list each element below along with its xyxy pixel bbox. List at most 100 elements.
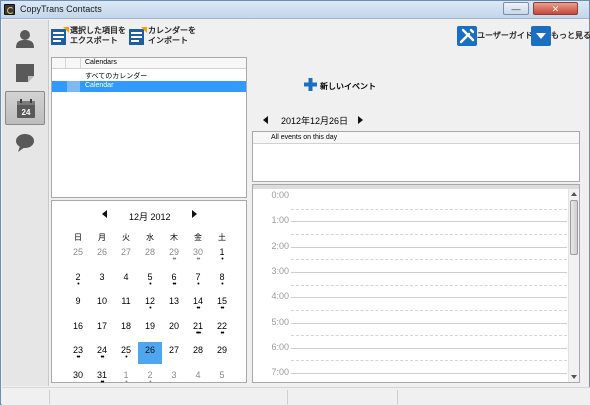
- calendar-day[interactable]: 25: [66, 244, 90, 266]
- day-number: 5: [147, 271, 153, 282]
- calendar-day[interactable]: 12 •: [138, 293, 162, 315]
- sidebar-item-calendar[interactable]: 24: [5, 91, 45, 125]
- calendar-day[interactable]: 10: [90, 293, 114, 315]
- timeline-scrollbar[interactable]: [568, 189, 579, 382]
- calendar-day[interactable]: 15 ••: [210, 293, 234, 315]
- calendar-list-row-all[interactable]: すべてのカレンダー: [52, 70, 246, 81]
- status-separator: [287, 390, 288, 404]
- previous-month-button[interactable]: [102, 210, 107, 218]
- calendar-day[interactable]: 25 •: [114, 342, 138, 364]
- hour-gridline: [291, 373, 567, 375]
- weekday-header: 水: [146, 233, 154, 242]
- scroll-down-arrow-icon[interactable]: [571, 375, 577, 379]
- user-guide-button[interactable]: ユーザーガイド: [457, 25, 533, 49]
- day-number: 3: [99, 271, 105, 282]
- next-month-button[interactable]: [192, 210, 197, 218]
- hour-gridline: [291, 221, 567, 223]
- day-number: 28: [144, 247, 155, 257]
- import-calendar-button[interactable]: カレンダーを インポート: [128, 25, 198, 49]
- calendar-day[interactable]: 16: [66, 318, 90, 340]
- day-number: 29: [216, 345, 227, 355]
- calendar-day[interactable]: 29: [210, 342, 234, 364]
- calendar-day[interactable]: 1 •: [114, 367, 138, 389]
- scroll-up-arrow-icon[interactable]: [571, 192, 577, 196]
- sidebar-item-notes[interactable]: [5, 56, 45, 90]
- sidebar-item-messages[interactable]: [5, 126, 45, 160]
- calendar-list-row-calendar[interactable]: Calendar: [52, 81, 246, 92]
- plus-icon: [304, 78, 317, 91]
- day-number: 5: [219, 369, 225, 380]
- scroll-thumb[interactable]: [570, 200, 578, 255]
- calendar-day[interactable]: 14 ••: [186, 293, 210, 315]
- event-dots: •: [197, 280, 199, 288]
- hour-gridline: [291, 347, 567, 349]
- new-event-label: 新しいイベント: [320, 82, 376, 91]
- day-number: 17: [96, 320, 107, 331]
- calendar-day[interactable]: 6 ••: [162, 269, 186, 291]
- calendar-day[interactable]: 30 ••: [186, 244, 210, 266]
- calendar-day[interactable]: 29 ••: [162, 244, 186, 266]
- calendar-day[interactable]: 23 ••: [66, 342, 90, 364]
- calendar-day[interactable]: 3: [90, 269, 114, 291]
- calendar-day[interactable]: 8 •: [210, 269, 234, 291]
- calendar-day[interactable]: 30: [66, 367, 90, 389]
- day-number: 31: [96, 369, 107, 380]
- calendar-day[interactable]: 20: [162, 318, 186, 340]
- day-timeline[interactable]: 0:00 1:00 2:00 3:00 4:00 5:00 6:00 7:00: [252, 184, 580, 383]
- day-number: 20: [168, 320, 179, 331]
- event-dots: ••: [196, 256, 201, 263]
- event-dots: •: [77, 280, 79, 288]
- more-button[interactable]: もっと見る: [531, 25, 590, 49]
- calendar-day[interactable]: 5 •: [138, 269, 162, 291]
- calendar-day[interactable]: 4: [186, 367, 210, 389]
- event-dots: •: [125, 378, 127, 386]
- calendar-day[interactable]: 9: [66, 293, 90, 315]
- day-number: 4: [195, 369, 201, 380]
- hour-label: 3:00: [271, 265, 289, 276]
- calendar-day[interactable]: 4: [114, 269, 138, 291]
- hour-label: 4:00: [271, 291, 289, 302]
- user-guide-label: ユーザーガイド: [477, 31, 533, 40]
- hour-label: 5:00: [271, 316, 289, 327]
- export-selected-button[interactable]: 選択した項目を エクスポート: [50, 25, 130, 49]
- half-hour-gridline: [291, 233, 567, 235]
- hour-gridline: [291, 271, 567, 273]
- previous-day-button[interactable]: [263, 116, 268, 124]
- calendar-day[interactable]: 11: [114, 293, 138, 315]
- calendar-day-today[interactable]: 26: [138, 342, 162, 364]
- app-window: CopyTrans Contacts — ✕ 24 選択した項目を エクスポート…: [0, 0, 590, 405]
- calendar-day[interactable]: 28: [138, 244, 162, 266]
- calendar-day[interactable]: 18: [114, 318, 138, 340]
- calendar-day[interactable]: 2 •: [138, 367, 162, 389]
- half-hour-gridline: [291, 259, 567, 261]
- calendar-day[interactable]: 27: [162, 342, 186, 364]
- calendar-day[interactable]: 19: [138, 318, 162, 340]
- row-checkbox[interactable]: [67, 81, 80, 92]
- minimize-button[interactable]: —: [503, 2, 529, 15]
- all-day-events-panel: All events on this day: [252, 131, 580, 182]
- calendar-day[interactable]: 5: [210, 367, 234, 389]
- sidebar-item-contacts[interactable]: [5, 22, 45, 56]
- calendar-day[interactable]: 13: [162, 293, 186, 315]
- calendar-day[interactable]: 1 •: [210, 244, 234, 266]
- calendar-day[interactable]: 17: [90, 318, 114, 340]
- calendar-day[interactable]: 26: [90, 244, 114, 266]
- calendar-day[interactable]: 22 ••: [210, 318, 234, 340]
- event-dots: •: [125, 354, 127, 361]
- day-number: 18: [120, 320, 131, 331]
- calendar-day[interactable]: 27: [114, 244, 138, 266]
- calendar-day[interactable]: 24 ••: [90, 342, 114, 364]
- more-label: もっと見る: [551, 31, 590, 40]
- day-number: 2: [147, 369, 153, 380]
- day-number: 8: [219, 271, 225, 282]
- calendar-day[interactable]: 7 •: [186, 269, 210, 291]
- close-button[interactable]: ✕: [533, 2, 578, 15]
- next-day-button[interactable]: [358, 116, 363, 124]
- calendar-icon: 24: [17, 99, 35, 118]
- calendar-day[interactable]: 21 •••: [186, 318, 210, 340]
- calendar-day[interactable]: 31 ••: [90, 367, 114, 389]
- timeline-top-bar: [253, 185, 579, 189]
- calendar-day[interactable]: 3: [162, 367, 186, 389]
- calendar-day[interactable]: 28: [186, 342, 210, 364]
- calendar-day[interactable]: 2 •: [66, 269, 90, 291]
